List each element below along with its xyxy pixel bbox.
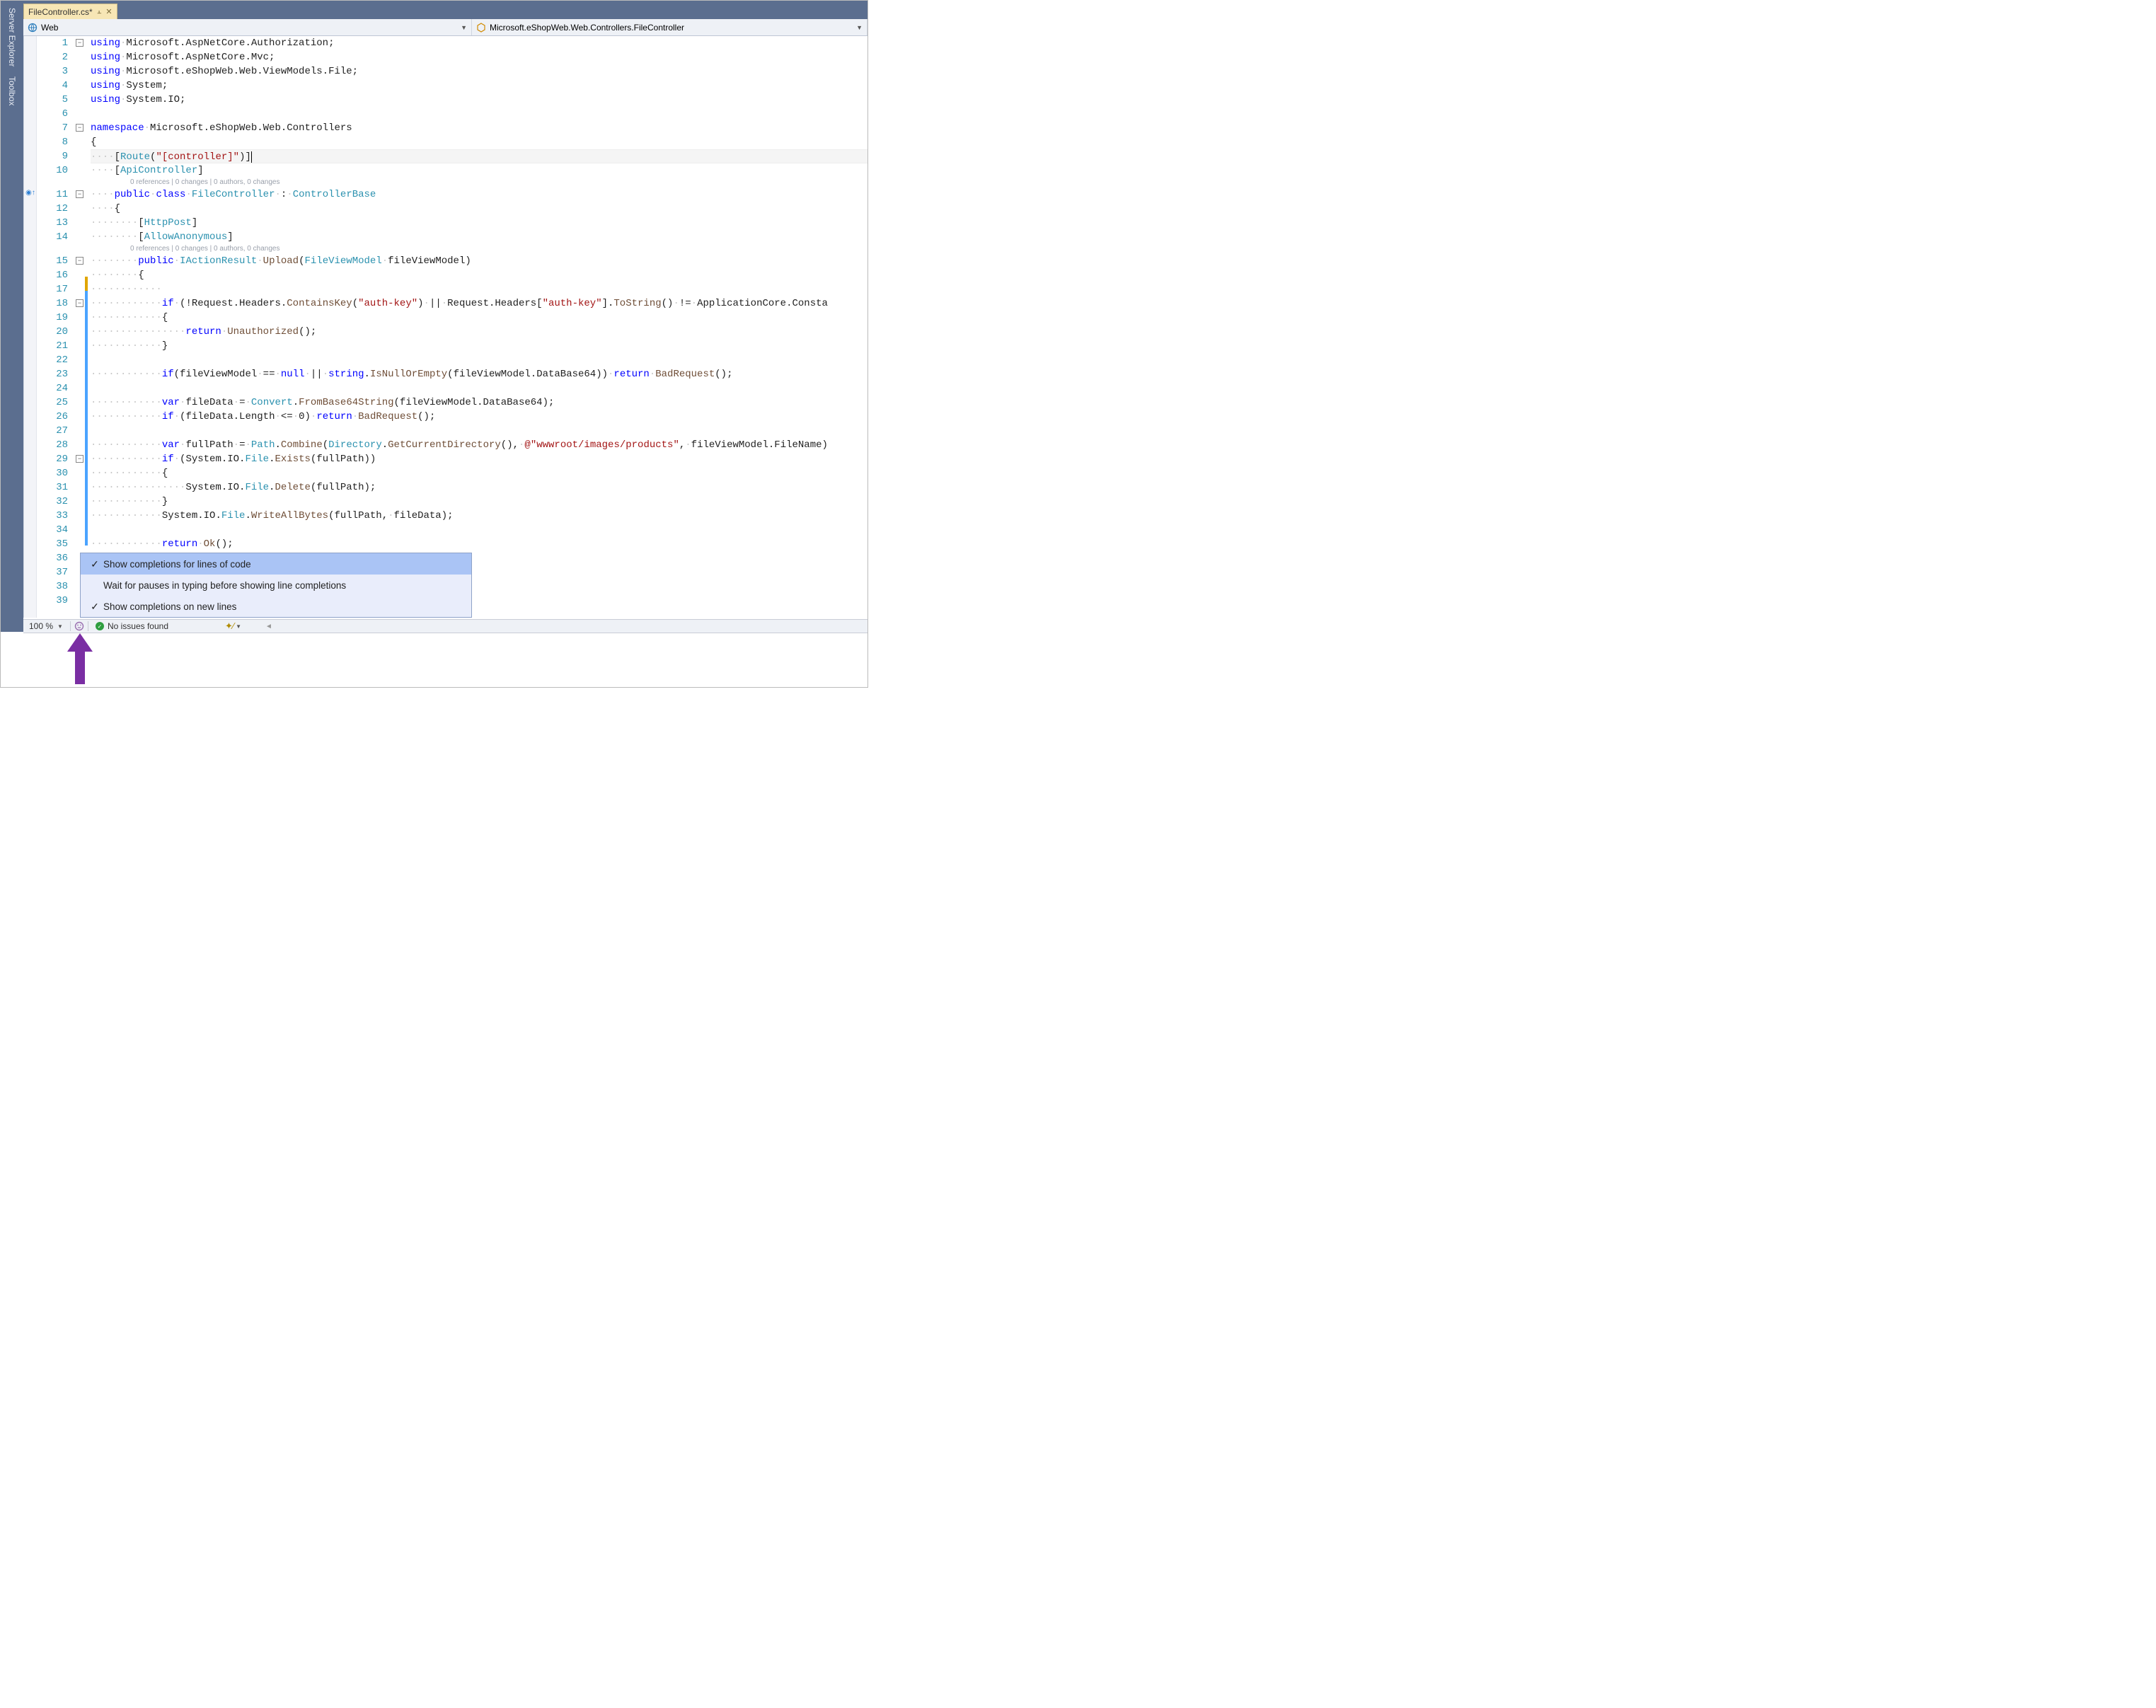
document-tab-filecontroller[interactable]: FileController.cs* ⫠ ✕	[23, 4, 117, 19]
codelens-info[interactable]: 0 references | 0 changes | 0 authors, 0 …	[91, 178, 867, 187]
fold-toggle[interactable]: −	[76, 257, 83, 265]
line-number-gutter: 12345678910 11121314 1516171819202122232…	[37, 36, 75, 618]
callout-arrow	[67, 633, 93, 684]
chevron-down-icon: ▼	[461, 24, 467, 31]
close-icon[interactable]: ✕	[105, 7, 112, 16]
intellicode-options-popup: ✓ Show completions for lines of code Wai…	[80, 553, 472, 618]
side-tool-strip: Server Explorer Toolbox	[1, 1, 23, 632]
scroll-left-icon[interactable]: ◄	[265, 623, 272, 630]
check-icon: ✓	[86, 558, 103, 570]
fold-toggle[interactable]: −	[76, 455, 83, 463]
navigation-bar: Web ▼ Microsoft.eShopWeb.Web.Controllers…	[23, 19, 867, 36]
class-icon	[476, 23, 486, 33]
zoom-level[interactable]: 100 %	[23, 621, 56, 631]
outlining-gutter: − − − − − −	[75, 36, 85, 618]
change-marker	[85, 291, 88, 546]
change-marker	[85, 277, 88, 291]
server-explorer-tab[interactable]: Server Explorer	[7, 5, 17, 69]
check-icon: ✓	[86, 601, 103, 613]
fold-toggle[interactable]: −	[76, 39, 83, 47]
suggestion-indicator-icon[interactable]: ◉↑	[25, 187, 35, 197]
nav-scope-label: Web	[41, 23, 58, 33]
code-content[interactable]: using·Microsoft.AspNetCore.Authorization…	[91, 36, 867, 608]
pin-icon[interactable]: ⫠	[97, 7, 102, 16]
popup-item-label: Show completions for lines of code	[103, 559, 251, 570]
fold-toggle[interactable]: −	[76, 124, 83, 132]
toolbox-tab[interactable]: Toolbox	[7, 74, 17, 108]
document-tab-strip: FileController.cs* ⫠ ✕	[23, 1, 867, 19]
popup-item-label: Show completions on new lines	[103, 601, 236, 612]
issues-label: No issues found	[108, 621, 168, 631]
code-editor[interactable]: ◉↑ 12345678910 11121314 1516171819202122…	[23, 36, 867, 618]
indicator-margin: ◉↑	[24, 36, 37, 618]
codelens-info[interactable]: 0 references | 0 changes | 0 authors, 0 …	[91, 244, 867, 254]
chevron-down-icon[interactable]: ▼	[234, 623, 246, 630]
project-icon	[28, 23, 38, 33]
fold-toggle[interactable]: −	[76, 299, 83, 307]
nav-scope-dropdown[interactable]: Web ▼	[23, 19, 472, 35]
popup-item-label: Wait for pauses in typing before showing…	[103, 580, 346, 591]
chevron-down-icon[interactable]: ▼	[56, 623, 67, 630]
separator	[70, 621, 71, 631]
intellicode-icon[interactable]	[74, 621, 85, 632]
error-status[interactable]: ✓ No issues found	[96, 621, 168, 631]
nav-member-label: Microsoft.eShopWeb.Web.Controllers.FileC…	[490, 23, 684, 33]
popup-item-show-on-new-lines[interactable]: ✓ Show completions on new lines	[81, 596, 471, 617]
tab-label: FileController.cs*	[28, 7, 93, 17]
cleanup-icon[interactable]: ✦⁄	[225, 621, 234, 632]
nav-member-dropdown[interactable]: Microsoft.eShopWeb.Web.Controllers.FileC…	[472, 19, 867, 35]
ok-check-icon: ✓	[96, 622, 104, 630]
fold-toggle[interactable]: −	[76, 190, 83, 198]
popup-item-wait-for-pauses[interactable]: Wait for pauses in typing before showing…	[81, 575, 471, 596]
chevron-down-icon: ▼	[856, 24, 863, 31]
editor-status-bar: 100 % ▼ ✓ No issues found ✦⁄ ▼ ◄	[23, 619, 867, 633]
popup-item-show-completions-lines[interactable]: ✓ Show completions for lines of code	[81, 553, 471, 575]
